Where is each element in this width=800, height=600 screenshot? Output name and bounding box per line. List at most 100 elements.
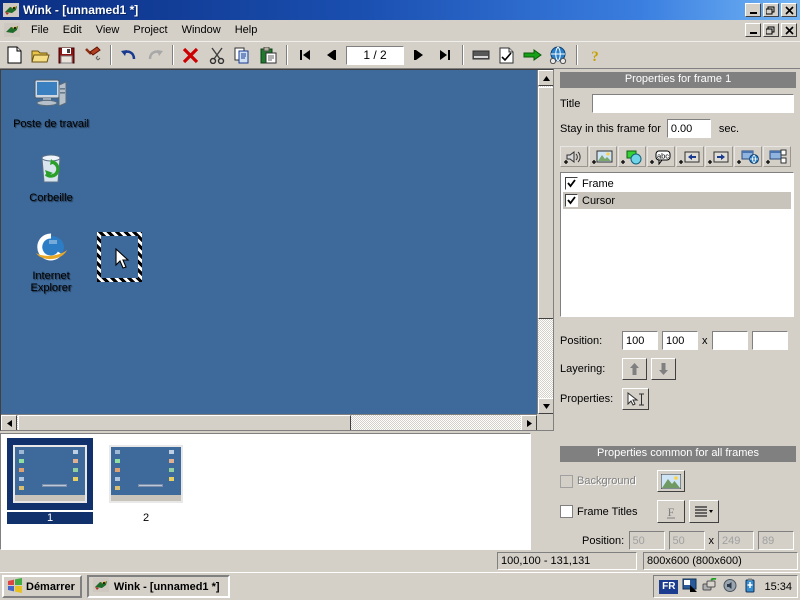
menu-project[interactable]: Project [126, 22, 174, 38]
common-position-width-input[interactable] [718, 531, 754, 550]
mdi-child-icon[interactable] [4, 23, 20, 37]
menu-view[interactable]: View [89, 22, 127, 38]
common-position-y-input[interactable] [668, 531, 705, 550]
delete-button[interactable] [178, 43, 203, 67]
frame-title-font-button[interactable]: F [657, 500, 685, 523]
title-input[interactable] [592, 94, 794, 113]
add-image-button[interactable] [589, 146, 617, 167]
background-checkbox[interactable] [560, 474, 573, 488]
select-frames-button[interactable] [494, 43, 519, 67]
background-image-button[interactable] [657, 470, 685, 492]
frame-title-align-button[interactable] [689, 500, 719, 523]
horizontal-scroll-thumb[interactable] [18, 415, 351, 430]
common-position-x-input[interactable] [628, 531, 665, 550]
minimize-button[interactable] [745, 3, 761, 17]
cursor-properties-button[interactable] [622, 388, 649, 410]
cursor-object[interactable] [97, 232, 142, 282]
scroll-left-button[interactable] [1, 415, 17, 430]
vertical-scroll-thumb[interactable] [538, 87, 553, 319]
frame-thumbnail-2[interactable]: 2 [103, 438, 189, 524]
stay-duration-input[interactable] [666, 119, 711, 138]
paste-button[interactable] [256, 43, 281, 67]
common-position-height-input[interactable] [758, 531, 794, 550]
cut-button[interactable] [204, 43, 229, 67]
list-item[interactable]: Cursor [563, 192, 791, 209]
canvas-vertical-scrollbar[interactable] [537, 70, 553, 414]
scroll-up-button[interactable] [538, 70, 553, 86]
mdi-child-controls [745, 23, 800, 37]
prev-frame-button[interactable] [318, 43, 343, 67]
menu-help[interactable]: Help [228, 22, 265, 38]
common-position-row: Position: x [560, 531, 794, 550]
child-close-button[interactable] [781, 23, 797, 37]
add-link-button[interactable] [734, 146, 762, 167]
add-sound-button[interactable] [560, 146, 588, 167]
add-subwindow-button[interactable] [763, 146, 791, 167]
new-file-button[interactable] [2, 43, 27, 67]
frame-canvas[interactable]: Poste de travail Corbeille Internet Expl… [0, 69, 554, 431]
scroll-right-button[interactable] [521, 415, 537, 430]
restore-button[interactable] [763, 3, 779, 17]
my-computer-icon [7, 76, 95, 115]
position-separator: x [702, 334, 708, 347]
thumbnail-frame[interactable] [7, 438, 93, 510]
position-height-input[interactable] [751, 331, 788, 350]
frame-object-checkbox[interactable] [565, 177, 578, 190]
stay-duration-row: Stay in this frame for sec. [560, 119, 794, 138]
child-minimize-button[interactable] [745, 23, 761, 37]
open-file-button[interactable] [28, 43, 53, 67]
position-width-input[interactable] [711, 331, 748, 350]
export-button[interactable] [520, 43, 545, 67]
taskbar-item-wink[interactable]: Wink - [unnamed1 *] [86, 575, 230, 598]
save-file-button[interactable] [54, 43, 79, 67]
language-indicator[interactable]: FR [659, 579, 679, 594]
first-frame-button[interactable] [292, 43, 317, 67]
battery-tray-icon[interactable] [742, 578, 758, 596]
thumbnail-frame[interactable] [103, 438, 189, 510]
next-frame-button[interactable] [406, 43, 431, 67]
menu-edit[interactable]: Edit [56, 22, 89, 38]
last-frame-button[interactable] [432, 43, 457, 67]
add-back-button[interactable] [676, 146, 704, 167]
layer-down-button[interactable] [651, 358, 676, 380]
menu-file[interactable]: File [24, 22, 56, 38]
position-x-input[interactable] [622, 331, 658, 350]
list-item[interactable]: Frame [563, 175, 791, 192]
child-restore-button[interactable] [763, 23, 779, 37]
copy-button[interactable] [230, 43, 255, 67]
canvas-horizontal-scrollbar[interactable] [1, 414, 537, 430]
network-tray-icon[interactable] [702, 577, 718, 596]
minimize-capture-button[interactable] [468, 43, 493, 67]
frame-thumbnail-1[interactable]: 1 [7, 438, 93, 524]
volume-tray-icon[interactable] [722, 578, 738, 596]
start-button[interactable]: Démarrer [2, 575, 82, 598]
layer-up-button[interactable] [622, 358, 647, 380]
add-text-button[interactable]: abc [647, 146, 675, 167]
add-shape-button[interactable] [618, 146, 646, 167]
toolbar-separator [110, 45, 112, 65]
frame-titles-checkbox[interactable] [560, 505, 573, 518]
page-indicator[interactable]: 1 / 2 [346, 45, 404, 65]
frame-objects-list[interactable]: Frame Cursor [560, 172, 794, 317]
add-next-button[interactable] [705, 146, 733, 167]
common-position-label: Position: [582, 534, 625, 547]
help-button[interactable]: ? [582, 43, 607, 67]
svg-text:abc: abc [657, 151, 669, 160]
frame-thumbnail-strip[interactable]: 1 2 [0, 433, 531, 550]
cursor-object-checkbox[interactable] [565, 194, 578, 207]
display-settings-tray-icon[interactable] [682, 578, 698, 596]
undo-button[interactable] [116, 43, 141, 67]
build-button[interactable] [80, 43, 105, 67]
taskbar-clock[interactable]: 15:34 [764, 581, 792, 593]
redo-button[interactable] [142, 43, 167, 67]
preview-browser-button[interactable] [546, 43, 571, 67]
close-button[interactable] [781, 3, 797, 17]
frame-titles-label: Frame Titles [577, 505, 638, 518]
menu-window[interactable]: Window [175, 22, 228, 38]
start-button-label: Démarrer [26, 580, 75, 593]
position-y-input[interactable] [662, 331, 698, 350]
desktop-icon-my-computer[interactable]: Poste de travail [7, 76, 95, 130]
desktop-icon-internet-explorer[interactable]: Internet Explorer [7, 228, 95, 294]
desktop-icon-recycle-bin[interactable]: Corbeille [7, 150, 95, 204]
scroll-down-button[interactable] [538, 398, 553, 414]
